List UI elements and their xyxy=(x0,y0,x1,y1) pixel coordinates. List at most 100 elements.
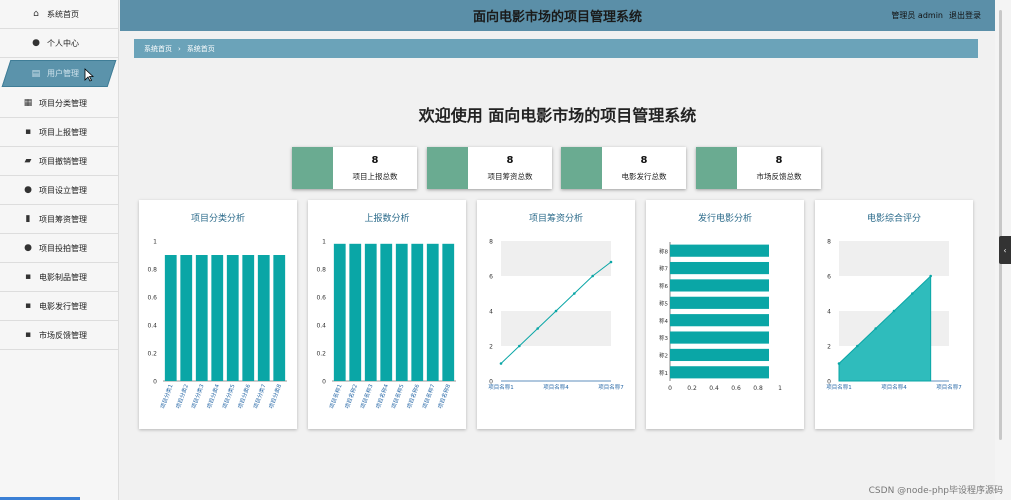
bar xyxy=(395,243,408,381)
category-bar-chart: 00.20.40.60.81项目分类1 项目分类2 项目分类3 项目分类4 项目分类5 项… xyxy=(147,239,287,410)
y-tick-label: 1 xyxy=(153,239,157,246)
x-tick-label: 项目名称7 xyxy=(598,383,624,391)
stat-card-funding: 8 项目筹资总数 xyxy=(427,147,552,189)
breadcrumb-separator: › xyxy=(178,44,181,53)
breadcrumb: 系统首页 › 系统首页 xyxy=(134,39,978,58)
data-point xyxy=(874,327,877,330)
sidebar-item[interactable]: ▤ 用户管理 xyxy=(1,60,117,87)
grid-band xyxy=(839,241,949,276)
stat-value: 8 xyxy=(775,154,783,166)
x-tick-label: 项目名称3 xyxy=(358,382,374,409)
y-tick-label: 称5 xyxy=(659,299,669,307)
sidebar-item[interactable]: ● 个人中心 xyxy=(0,29,118,58)
sidebar-item-label: 市场反馈管理 xyxy=(39,330,87,340)
bar xyxy=(670,366,769,379)
sidebar-item[interactable]: ▮ 项目筹资管理 xyxy=(0,205,118,234)
grid-band xyxy=(501,311,611,346)
bar xyxy=(426,243,439,381)
x-tick-label: 项目分类1 xyxy=(158,383,174,410)
bar xyxy=(670,348,769,362)
bar xyxy=(411,243,424,381)
y-tick-label: 2 xyxy=(489,344,493,351)
sidebar-item[interactable]: ▪ 电影制品管理 xyxy=(0,263,118,292)
home-icon: ⌂ xyxy=(33,9,39,19)
x-tick-label: 项目分类6 xyxy=(236,382,252,409)
scrollbar-thumb[interactable] xyxy=(999,10,1002,440)
stat-swatch xyxy=(292,147,333,189)
x-tick-label: 项目分类5 xyxy=(220,382,236,409)
user-icon: ● xyxy=(32,38,40,48)
sidebar-item[interactable]: ● 项目投拍管理 xyxy=(0,234,118,263)
x-tick-label: 项目名称4 xyxy=(543,383,569,391)
y-tick-label: 1 xyxy=(322,239,326,246)
y-tick-label: 0 xyxy=(322,379,326,386)
y-tick-label: 0.6 xyxy=(316,295,326,302)
breadcrumb-current: 系统首页 xyxy=(186,44,215,53)
breadcrumb-home[interactable]: 系统首页 xyxy=(144,44,172,54)
x-tick-label: 项目名称6 xyxy=(405,382,421,409)
bar xyxy=(273,255,286,381)
x-tick-label: 0 xyxy=(668,385,672,392)
data-point xyxy=(536,327,539,330)
side-collapse-tab[interactable]: ‹ xyxy=(999,236,1011,264)
sidebar-item[interactable]: ▰ 项目撤销管理 xyxy=(0,147,118,176)
y-tick-label: 称4 xyxy=(659,317,669,325)
y-tick-label: 2 xyxy=(827,344,831,351)
x-tick-label: 项目名称7 xyxy=(936,383,962,391)
sidebar-item-label: 个人中心 xyxy=(47,38,79,48)
chart-panel-category: 项目分类分析 0 0.2 0.4 0.6 0.8 1 项目分类1 项目分类2 项目分类3 项目分类… xyxy=(139,200,297,429)
stat-card-feedback: 8 市场反馈总数 xyxy=(696,147,821,189)
stat-label: 市场反馈总数 xyxy=(756,171,802,181)
y-tick-label: 0.4 xyxy=(147,323,157,330)
mouse-cursor-icon xyxy=(84,68,94,82)
releases-hbar-chart: 称1 称2 称3 称4 称5 称6 称7 称8 0 0.2 0.4 0.6 0.8 1 xyxy=(659,242,782,392)
chart-panel-reports: 上报数分析 0 0.2 0.4 0.6 0.8 1 项目名称1 项目名称2 项目名称3 项目名称4… xyxy=(308,200,466,429)
x-tick-label: 项目名称2 xyxy=(343,383,359,410)
y-tick-label: 6 xyxy=(489,274,493,281)
bar xyxy=(380,243,393,381)
x-tick-label: 项目名称5 xyxy=(389,382,405,409)
sidebar-item-label: 电影制品管理 xyxy=(39,272,87,282)
sidebar-item[interactable]: ▪ 项目上报管理 xyxy=(0,118,118,147)
bar xyxy=(670,279,769,292)
x-tick-label: 项目名称7 xyxy=(420,382,436,409)
sidebar-item[interactable]: ● 项目设立管理 xyxy=(0,176,118,205)
y-tick-label: 0.8 xyxy=(316,267,326,274)
stat-value: 8 xyxy=(640,154,648,166)
stat-value: 8 xyxy=(371,154,379,166)
y-tick-label: 0.2 xyxy=(316,351,326,358)
x-tick-label: 项目分类3 xyxy=(189,382,205,409)
data-point xyxy=(573,292,576,295)
y-tick-label: 0 xyxy=(153,379,157,386)
y-tick-label: 0.8 xyxy=(147,267,157,274)
y-tick-label: 4 xyxy=(827,309,831,316)
data-point xyxy=(591,274,594,278)
scrollbar[interactable]: ‹ xyxy=(995,0,1011,500)
bar xyxy=(333,243,346,381)
sidebar-item[interactable]: ▪ 电影发行管理 xyxy=(0,292,118,321)
x-tick-label: 项目名称1 xyxy=(826,383,852,391)
x-tick-label: 1 xyxy=(778,385,782,392)
sidebar-item-label: 项目上报管理 xyxy=(39,127,87,137)
user-icon: ● xyxy=(24,185,32,195)
data-point xyxy=(609,260,613,264)
sidebar-item[interactable]: ▪ 市场反馈管理 xyxy=(0,321,118,350)
x-tick-label: 项目分类8 xyxy=(267,382,283,409)
top-header: 面向电影市场的项目管理系统 管理员 admin 退出登录 xyxy=(120,0,995,31)
watermark: CSDN @node-php毕设程序源码 xyxy=(868,486,1003,496)
stat-swatch xyxy=(696,147,737,189)
sidebar-item[interactable]: ⌂ 系统首页 xyxy=(0,0,118,29)
x-tick-label: 0.8 xyxy=(753,385,763,392)
stat-label: 项目上报总数 xyxy=(352,171,398,181)
data-point xyxy=(837,362,841,365)
bar xyxy=(257,255,270,381)
logout-link[interactable]: 退出登录 xyxy=(949,10,981,21)
x-tick-label: 0.4 xyxy=(709,385,719,392)
user-label[interactable]: 管理员 admin xyxy=(891,10,943,21)
x-tick-label: 项目名称4 xyxy=(374,382,390,409)
sidebar-item-label: 项目撤销管理 xyxy=(39,156,87,166)
users-icon: ▤ xyxy=(31,68,41,79)
y-tick-label: 4 xyxy=(489,309,493,316)
sidebar-item[interactable]: ▦ 项目分类管理 xyxy=(0,89,118,118)
grid-icon: ▪ xyxy=(24,127,32,137)
